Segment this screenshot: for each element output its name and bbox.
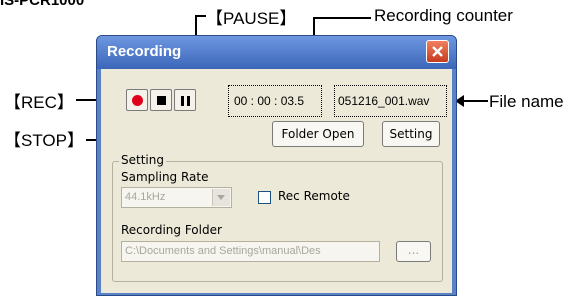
document-heading: IS-PCR1000	[0, 0, 85, 9]
recording-window: Recording 00 : 00 : 03.5 051216_001.wav …	[96, 35, 457, 296]
pause-button[interactable]	[174, 89, 196, 111]
sampling-rate-value: 44.1kHz	[125, 191, 166, 203]
setting-group-label: Setting	[119, 153, 166, 167]
file-name-display: 051216_001.wav	[334, 85, 447, 117]
sampling-rate-select[interactable]: 44.1kHz	[121, 187, 232, 208]
callout-recording-counter: Recording counter	[374, 6, 513, 25]
window-client-area: 00 : 00 : 03.5 051216_001.wav Folder Ope…	[101, 69, 452, 293]
sampling-rate-label: Sampling Rate	[121, 170, 209, 184]
callout-file-name: File name	[489, 92, 564, 111]
callout-pause: 【PAUSE】	[206, 9, 297, 28]
browse-folder-button[interactable]: ...	[396, 241, 431, 262]
callout-stop: 【STOP】	[4, 131, 84, 150]
close-button[interactable]	[426, 40, 449, 63]
stop-icon	[157, 96, 166, 105]
recording-folder-field[interactable]: C:\Documents and Settings\manual\Des	[121, 241, 380, 262]
dropdown-arrow-icon	[212, 189, 230, 206]
recording-counter: 00 : 00 : 03.5	[228, 85, 322, 117]
file-name-leader-line	[462, 100, 488, 102]
recording-folder-label: Recording Folder	[121, 223, 222, 237]
setting-button[interactable]: Setting	[382, 121, 440, 147]
window-title: Recording	[107, 43, 182, 60]
rec-remote-label: Rec Remote	[278, 189, 350, 203]
rec-remote-checkbox[interactable]	[258, 191, 271, 204]
rec-button[interactable]	[126, 89, 148, 111]
counter-leader-line-h	[313, 17, 371, 19]
close-icon	[432, 46, 443, 57]
callout-rec: 【REC】	[4, 93, 74, 112]
pause-icon	[175, 90, 195, 110]
record-icon	[132, 95, 143, 106]
stop-button[interactable]	[150, 89, 172, 111]
pause-leader-line-h	[195, 15, 206, 17]
folder-open-button[interactable]: Folder Open	[272, 121, 364, 147]
title-bar[interactable]: Recording	[97, 36, 456, 69]
